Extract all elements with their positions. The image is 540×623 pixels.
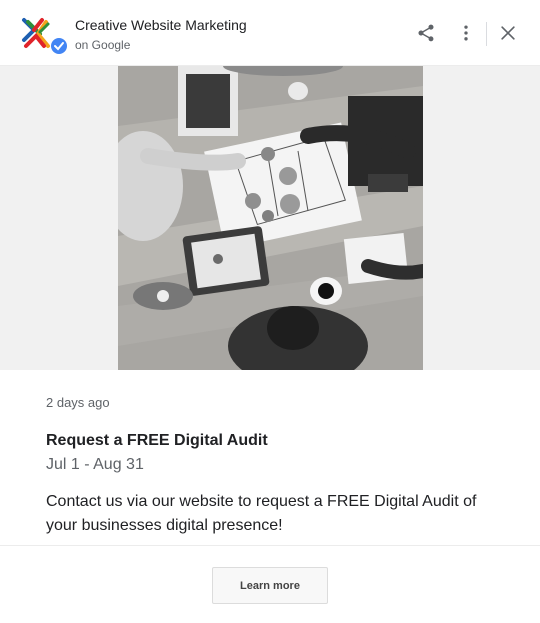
more-vert-icon — [464, 25, 468, 41]
close-button[interactable] — [495, 20, 521, 46]
more-options-button[interactable] — [453, 20, 479, 46]
business-source: on Google — [75, 38, 131, 52]
post-photo[interactable] — [118, 66, 423, 370]
post-media — [0, 66, 540, 370]
header-divider — [486, 22, 487, 46]
post-footer: Learn more — [0, 545, 540, 623]
learn-more-button[interactable]: Learn more — [212, 567, 328, 604]
close-icon — [501, 26, 515, 40]
business-logo-icon — [22, 18, 67, 54]
post-title: Request a FREE Digital Audit — [46, 432, 268, 449]
share-button[interactable] — [413, 20, 439, 46]
business-name[interactable]: Creative Website Marketing — [75, 17, 247, 33]
share-icon — [418, 24, 434, 42]
post-age: 2 days ago — [46, 395, 110, 410]
post-header: Creative Website Marketing on Google — [0, 0, 540, 66]
verified-badge-icon — [51, 38, 67, 54]
post-date-range: Jul 1 - Aug 31 — [46, 456, 144, 473]
post-body: Contact us via our website to request a … — [46, 493, 477, 534]
business-meeting-photo — [118, 66, 423, 370]
